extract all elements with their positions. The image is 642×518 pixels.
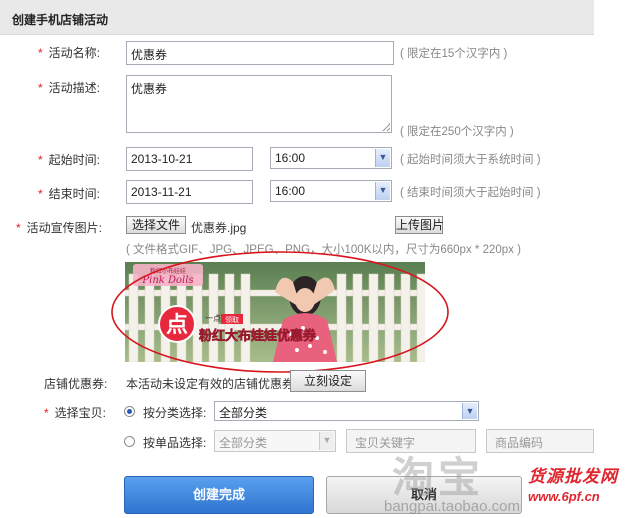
- watermark-cn: 货源批发网: [528, 467, 618, 486]
- name-hint: ( 限定在15个汉字内 ): [400, 48, 508, 60]
- chevron-down-icon: ▼: [319, 432, 334, 450]
- end-label: * 结束时间:: [38, 187, 101, 201]
- category-select[interactable]: 全部分类 ▼: [214, 401, 479, 421]
- image-label: * 活动宣传图片:: [16, 221, 103, 235]
- watermark-logo: 淘宝: [392, 454, 485, 501]
- desc-hint: ( 限定在250个汉字内 ): [400, 126, 514, 138]
- by-item-label: 按单品选择:: [143, 436, 207, 450]
- page-header: 创建手机店铺活动: [0, 0, 594, 35]
- start-label: * 起始时间:: [38, 153, 101, 167]
- coupon-label: 店铺优惠券:: [44, 377, 108, 391]
- start-date-input[interactable]: 2013-10-21: [126, 147, 253, 171]
- create-button[interactable]: 创建完成: [124, 476, 314, 514]
- activity-name-input[interactable]: 优惠券: [126, 41, 394, 65]
- by-category-label: 按分类选择:: [143, 406, 207, 420]
- product-code-input[interactable]: 商品编码: [486, 429, 594, 453]
- desc-label: * 活动描述:: [38, 81, 101, 95]
- start-time-select[interactable]: 16:00 ▼: [270, 147, 392, 169]
- resize-grip-icon[interactable]: [382, 123, 390, 131]
- set-coupon-button[interactable]: 立刻设定: [290, 370, 366, 392]
- end-time-select[interactable]: 16:00 ▼: [270, 180, 392, 202]
- choose-file-button[interactable]: 选择文件: [126, 216, 186, 234]
- annotation-ellipse: [111, 251, 449, 373]
- chevron-down-icon: ▼: [375, 149, 390, 167]
- coupon-text: 本活动未设定有效的店铺优惠券: [126, 377, 295, 391]
- name-label: * 活动名称:: [38, 46, 101, 60]
- end-hint: ( 结束时间须大于起始时间 ): [400, 187, 541, 199]
- chevron-down-icon: ▼: [462, 403, 477, 419]
- watermark-url: www.6pf.cn: [528, 489, 600, 504]
- end-date-input[interactable]: 2013-11-21: [126, 180, 253, 204]
- start-hint: ( 起始时间须大于系统时间 ): [400, 154, 541, 166]
- upload-image-button[interactable]: 上传图片: [395, 216, 444, 234]
- page-title: 创建手机店铺活动: [12, 13, 109, 27]
- file-name: 优惠券.jpg: [191, 221, 247, 235]
- radio-by-category[interactable]: [124, 406, 135, 417]
- activity-desc-textarea[interactable]: 优惠券: [126, 75, 392, 133]
- watermark-site: bangpai.taobao.com: [384, 498, 520, 515]
- chevron-down-icon: ▼: [375, 182, 390, 200]
- product-label: * 选择宝贝:: [44, 406, 107, 420]
- item-category-select[interactable]: 全部分类 ▼: [214, 430, 336, 452]
- radio-by-item[interactable]: [124, 436, 135, 447]
